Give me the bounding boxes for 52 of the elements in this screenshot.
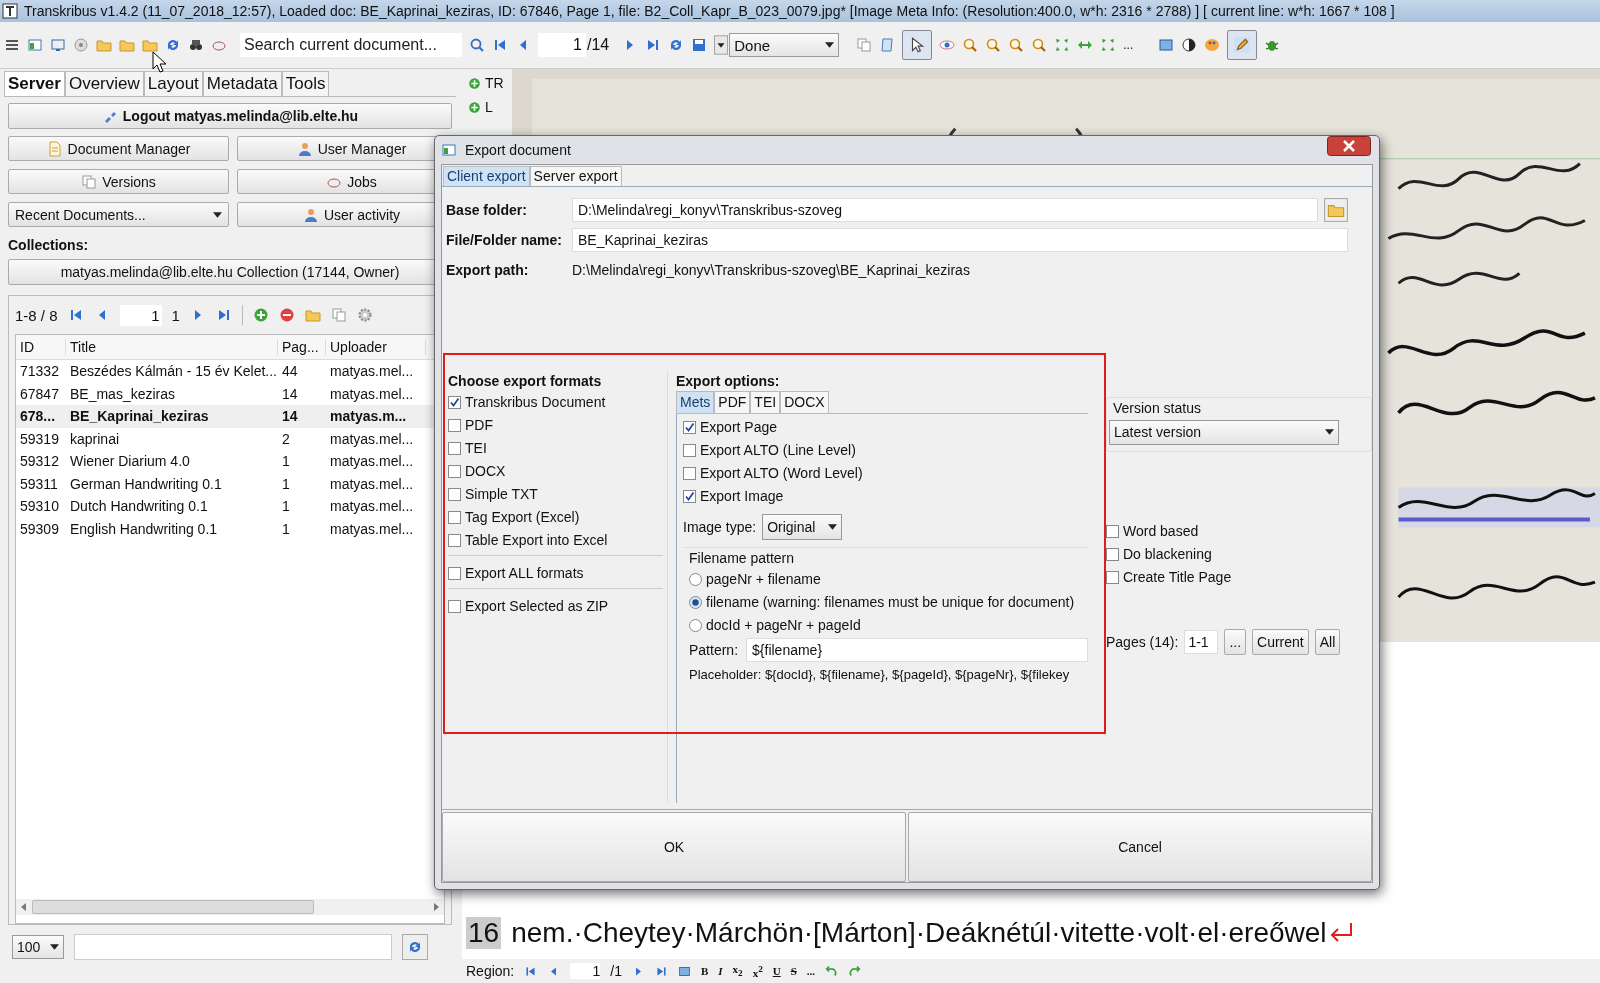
table-cell-text: BE_Kaprinai_keziras — [69, 408, 210, 425]
table-cell-text: 59309 — [19, 520, 60, 537]
table-cell-text: matyas.mel... — [329, 453, 415, 470]
field-label: Image type: — [683, 518, 757, 535]
table-cell-text: 59310 — [19, 498, 60, 515]
region-total: /1 — [610, 963, 622, 979]
page-total: 1 — [171, 306, 180, 324]
placeholder-note: Placeholder: ${docId}, ${filename}, ${pageId}, ${pageNr}, ${filekey — [689, 666, 1071, 682]
table-cell-text: 1 — [281, 475, 291, 492]
table-cell-text: English Handwriting 0.1 — [69, 520, 219, 537]
table-cell-text: matyas.mel... — [329, 363, 415, 380]
section-title: Choose export formats — [448, 371, 603, 391]
table-cell-text: 1 — [281, 520, 291, 537]
table-cell-text: German Handwriting 0.1 — [69, 475, 223, 492]
table-cell-text: 14 — [281, 385, 299, 402]
table-cell-text: 67847 — [19, 385, 60, 402]
table-cell-text: 14 — [281, 408, 299, 425]
table-cell-text: 678... — [19, 408, 57, 425]
table-cell-text: kaprinai — [69, 430, 121, 447]
section-title: Export options: — [676, 371, 781, 391]
table-cell-text: Beszédes Kálmán - 15 év Kelet... — [69, 363, 278, 380]
table-cell-text: 71332 — [19, 363, 60, 380]
field-label: File/Folder name: — [446, 231, 563, 248]
table-cell-text: Dutch Handwriting 0.1 — [69, 498, 209, 515]
table-cell-text: 1 — [281, 498, 291, 515]
table-cell-text: 2 — [281, 430, 291, 447]
table-cell-text: 59319 — [19, 430, 60, 447]
field-label: Pattern: — [689, 641, 739, 658]
group-title: Version status — [1112, 399, 1202, 418]
table-cell-text: matyas.mel... — [329, 475, 415, 492]
table-cell-text: matyas.mel... — [329, 430, 415, 447]
dialog-title: Export document — [465, 142, 571, 158]
page-total: /14 — [587, 36, 610, 54]
export-path: D:\Melinda\regi_konyv\Transkribus-szoveg\BE_Kaprinai_keziras — [572, 261, 970, 278]
table-cell-text: matyas.m... — [329, 408, 408, 425]
group-title: Filename pattern — [689, 548, 796, 568]
table-cell-text: 59311 — [19, 475, 59, 492]
table-cell-text: 44 — [281, 363, 299, 380]
line-number: 16 — [466, 917, 502, 949]
region-label: Region: — [466, 963, 515, 979]
tag-label: L — [485, 99, 493, 115]
tag-label: TR — [485, 75, 504, 91]
field-label: Pages (14): — [1106, 633, 1179, 650]
table-cell-text: 59312 — [19, 453, 60, 470]
table-cell-text: matyas.mel... — [329, 498, 415, 515]
window-title: Transkribus v1.4.2 (11_07_2018_12:57), Loaded doc: BE_Kaprinai_keziras, ID: 67846, Page 1, file: B2_Coll_Kapr_B_023_0079.jpg* [Image Meta Info: (Resolution:400.0, w*h: 2316 * 2788) ] [ current line: w*h: 1667 * 108 ] — [24, 3, 1395, 19]
table-cell-text: matyas.mel... — [329, 520, 415, 537]
table-cell-text: Wiener Diarium 4.0 — [69, 453, 191, 470]
table-cell-text: matyas.mel... — [329, 385, 415, 402]
table-cell-text: 1 — [281, 453, 291, 470]
table-cell-text: BE_mas_keziras — [69, 385, 177, 402]
document-range: 1-8 / 8 — [15, 306, 58, 324]
